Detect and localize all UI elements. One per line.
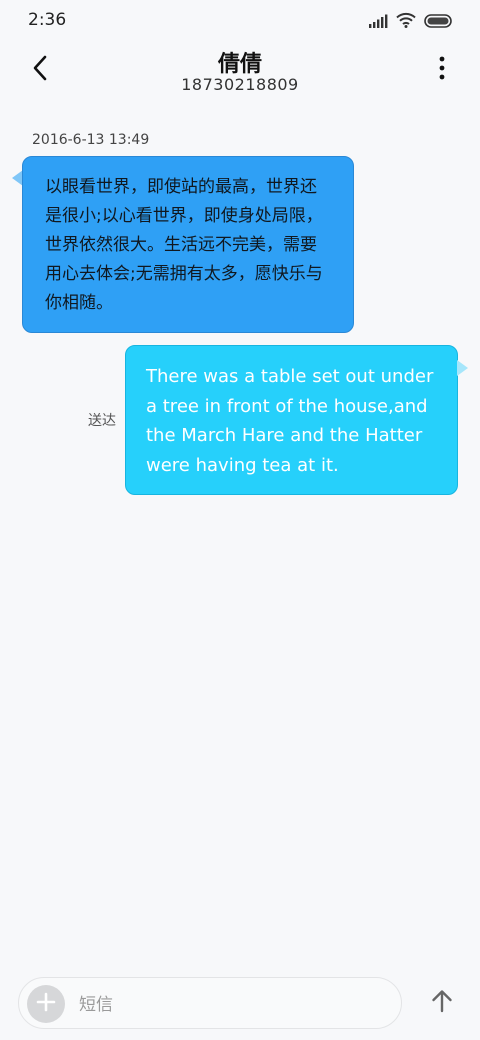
add-attachment-button[interactable] [27,985,65,1023]
incoming-message-text: 以眼看世界，即使站的最高，世界还是很小;以心看世界，即使身处局限，世界依然很大。… [45,177,323,313]
more-vertical-icon [439,56,445,84]
contact-name: 倩倩 [217,52,262,77]
outgoing-message-bubble[interactable]: There was a table set out under a tree i… [125,345,458,495]
status-icons [368,12,454,32]
status-time: 2:36 [28,10,67,30]
conversation-header: 倩倩 18730218809 [0,40,480,100]
more-options-button[interactable] [426,54,458,86]
wifi-icon [396,12,416,32]
message-timestamp: 2016-6-13 13:49 [32,132,150,148]
status-bar: 2:36 [0,0,480,40]
sms-conversation-screen: 2:36 倩倩 18730218809 2016-6-13 13:49 以眼看世… [0,0,480,1040]
plus-icon [36,992,56,1016]
signal-icon [368,13,388,32]
incoming-message-bubble[interactable]: 以眼看世界，即使站的最高，世界还是很小;以心看世界，即使身处局限，世界依然很大。… [22,156,354,333]
outgoing-message-text: There was a table set out under a tree i… [146,366,434,476]
battery-icon [424,13,454,32]
message-input[interactable] [77,990,381,1020]
outgoing-bubble-tail [457,360,468,376]
send-arrow-icon [431,989,453,1017]
delivery-status: 送达 [88,413,116,429]
message-composer [18,977,402,1029]
contact-phone-number: 18730218809 [181,75,299,94]
send-button[interactable] [425,986,459,1020]
